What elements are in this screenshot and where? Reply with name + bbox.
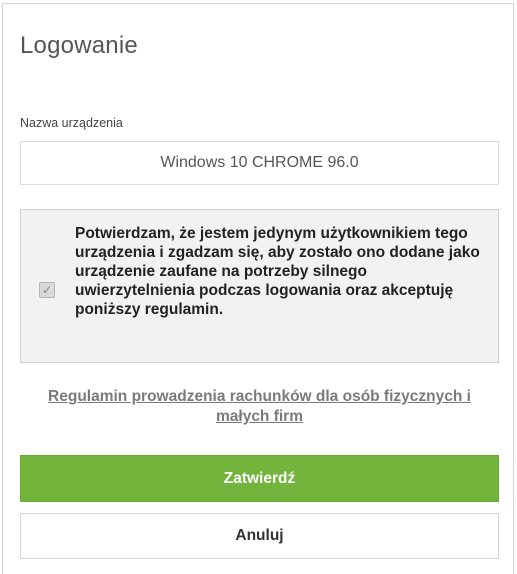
consent-box: ✓ Potwierdzam, że jestem jedynym użytkow… bbox=[20, 209, 499, 363]
check-icon: ✓ bbox=[41, 283, 53, 297]
submit-button[interactable]: Zatwierdź bbox=[20, 455, 499, 502]
page-title: Logowanie bbox=[20, 32, 138, 59]
trust-device-checkbox[interactable]: ✓ bbox=[39, 282, 55, 298]
device-name-field[interactable] bbox=[20, 141, 499, 185]
consent-text: Potwierdzam, że jestem jedynym użytkowni… bbox=[75, 225, 480, 318]
cancel-button[interactable]: Anuluj bbox=[20, 513, 499, 559]
terms-link[interactable]: Regulamin prowadzenia rachunków dla osób… bbox=[20, 387, 499, 427]
device-name-label: Nazwa urządzenia bbox=[20, 116, 123, 130]
login-panel: Logowanie Nazwa urządzenia ✓ Potwierdzam… bbox=[2, 3, 514, 574]
